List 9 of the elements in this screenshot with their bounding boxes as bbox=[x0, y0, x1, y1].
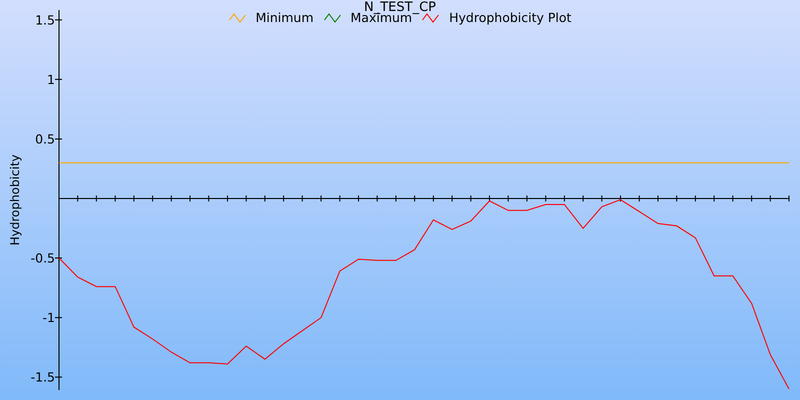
y-tick-label: 1.5 bbox=[35, 12, 55, 28]
y-tick-label: -0.5 bbox=[30, 250, 55, 266]
y-tick-label: 1 bbox=[47, 72, 55, 87]
legend-label: Hydrophobicity Plot bbox=[449, 10, 572, 26]
legend-label: Minimum bbox=[256, 10, 314, 26]
y-tick-label: -1.5 bbox=[30, 370, 55, 385]
y-tick-label: -1 bbox=[42, 310, 55, 326]
y-tick-label: 0.5 bbox=[35, 131, 55, 146]
y-axis-label: Hydrophobicity bbox=[8, 154, 22, 246]
